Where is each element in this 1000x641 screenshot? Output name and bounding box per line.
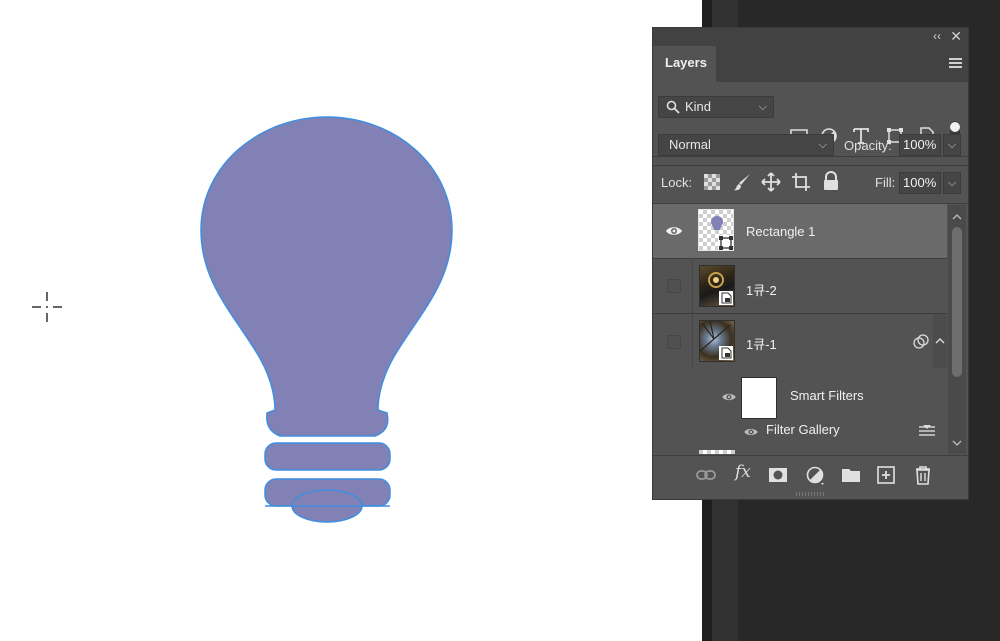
eye-icon[interactable] <box>743 427 759 437</box>
smart-filter-mask-thumbnail[interactable] <box>741 377 777 419</box>
close-panel-icon[interactable]: ✕ <box>950 28 962 45</box>
panel-tab-row: Layers <box>653 46 968 82</box>
bulb-ring-1[interactable] <box>264 442 391 471</box>
group-folder-icon[interactable] <box>840 464 862 486</box>
smart-object-badge-icon <box>719 291 733 305</box>
lightbulb-shape[interactable] <box>190 105 470 535</box>
new-layer-icon[interactable] <box>875 464 897 486</box>
filter-gallery-entry[interactable] <box>653 445 947 454</box>
filter-gallery-item[interactable]: Filter Gallery <box>653 419 947 441</box>
layer-name[interactable]: Rectangle 1 <box>746 224 815 239</box>
scroll-down-icon[interactable] <box>952 439 962 447</box>
layer-row-smart-object-1[interactable]: 1큐-1 <box>653 314 947 368</box>
smart-object-badge-icon <box>719 346 733 360</box>
chevron-down-icon: ⌵ <box>758 101 767 113</box>
layer-row-rectangle-1[interactable]: Rectangle 1 <box>653 204 947 258</box>
blend-mode-value: Normal <box>669 137 711 152</box>
search-icon <box>666 100 680 114</box>
layer-name[interactable]: 1큐-1 <box>746 334 777 353</box>
vector-mask-icon <box>718 235 733 250</box>
filter-kind-label: Kind <box>685 99 712 114</box>
crosshair-cursor-icon <box>32 292 62 322</box>
adjustment-layer-icon[interactable] <box>804 464 826 486</box>
eye-icon[interactable] <box>665 225 683 237</box>
opacity-label: Opacity: <box>844 138 892 153</box>
lock-all-icon[interactable] <box>822 171 840 191</box>
lock-position-icon[interactable] <box>761 172 781 192</box>
opacity-input[interactable]: 100% <box>899 134 941 156</box>
blend-mode-dropdown[interactable]: Normal ⌵ <box>658 134 834 156</box>
panel-menu-icon[interactable] <box>949 58 962 70</box>
fx-icon[interactable]: fx <box>735 462 757 484</box>
layer-name[interactable]: 1큐-2 <box>746 280 777 299</box>
layer-thumbnail-photo <box>699 320 735 362</box>
collapse-filters-toggle[interactable] <box>933 314 947 368</box>
collapse-panel-icon[interactable]: ‹‹ <box>933 29 941 43</box>
layer-thumbnail-photo <box>699 265 735 307</box>
tab-layers[interactable]: Layers <box>653 46 716 82</box>
layer-row-partial[interactable] <box>699 450 735 454</box>
document-canvas[interactable] <box>0 0 702 641</box>
filter-kind-dropdown[interactable]: Kind ⌵ <box>658 96 774 118</box>
layers-scrollbar[interactable] <box>948 205 966 454</box>
lock-artboard-icon[interactable] <box>791 172 811 192</box>
chevron-down-icon: ⌵ <box>818 139 827 151</box>
eye-icon[interactable] <box>721 392 737 402</box>
visibility-toggle[interactable] <box>667 335 681 349</box>
smart-filters-label: Smart Filters <box>790 388 864 403</box>
filter-options-icon[interactable] <box>918 424 936 438</box>
smart-filters-row[interactable]: Smart Filters <box>653 368 947 419</box>
smart-filter-indicator-icon <box>913 334 929 349</box>
layers-panel: ‹‹ ✕ Layers Kind ⌵ Normal ⌵ Opacity: 100… <box>652 27 969 500</box>
delete-layer-icon[interactable] <box>912 464 934 486</box>
layer-thumbnail-shape <box>698 209 734 251</box>
link-layers-icon[interactable] <box>695 464 717 486</box>
scrollbar-thumb[interactable] <box>952 227 962 377</box>
layer-row-smart-object-2[interactable]: 1큐-2 <box>653 259 947 314</box>
panel-resize-grip[interactable] <box>796 492 826 496</box>
panel-title-bar[interactable]: ‹‹ ✕ <box>653 28 968 46</box>
fill-label: Fill: <box>875 175 896 190</box>
visibility-toggle[interactable] <box>667 279 681 293</box>
lock-transparent-pixels-icon[interactable] <box>704 174 720 190</box>
chevron-up-icon <box>935 338 945 344</box>
filter-gallery-label: Filter Gallery <box>766 422 840 437</box>
fill-slider-toggle[interactable]: ⌵ <box>943 172 961 194</box>
add-mask-icon[interactable] <box>767 464 789 486</box>
layers-list: Rectangle 1 1큐-2 1큐-1 Smart Filters <box>653 204 947 454</box>
opacity-slider-toggle[interactable]: ⌵ <box>943 134 961 156</box>
lock-image-pixels-icon[interactable] <box>733 172 753 192</box>
fill-input[interactable]: 100% <box>899 172 941 194</box>
lock-label: Lock: <box>661 175 693 190</box>
scroll-up-icon[interactable] <box>952 213 962 221</box>
bulb-body-path[interactable] <box>200 116 453 437</box>
